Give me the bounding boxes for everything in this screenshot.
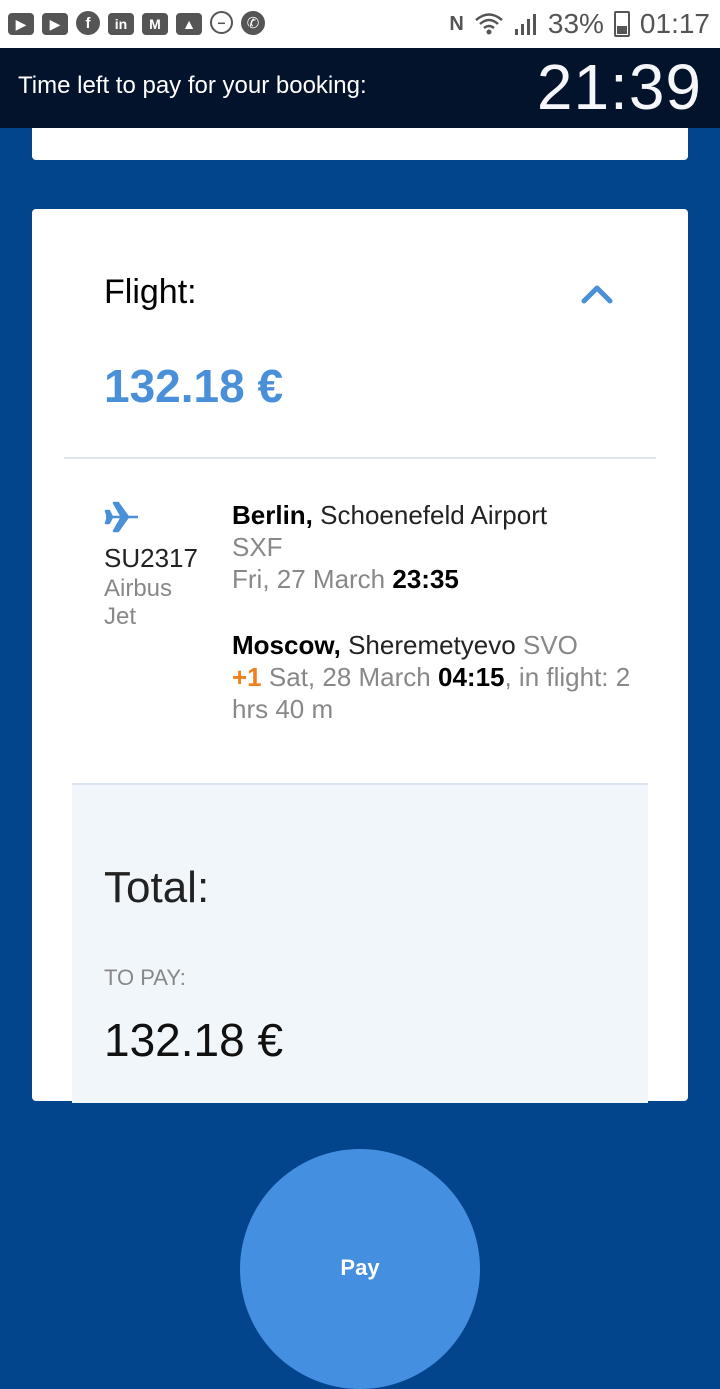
pay-button[interactable]: Pay <box>240 1149 480 1389</box>
linkedin-icon: in <box>108 13 134 35</box>
notification-icons: ▶ ▶ f in M ▲ − ✆ <box>8 11 265 35</box>
pay-button-label: Pay <box>340 1255 380 1280</box>
departure-airport: Schoenefeld Airport <box>320 500 548 530</box>
total-section: Total: TO PAY: 132.18 € <box>72 783 648 1103</box>
youtube-icon: ▶ <box>8 13 34 35</box>
youtube-icon: ▶ <box>42 13 68 35</box>
facebook-icon: f <box>76 11 100 35</box>
system-status: N 33% 01:17 <box>449 8 710 40</box>
wifi-icon <box>475 13 503 35</box>
departure-code: SXF <box>232 532 283 562</box>
status-bar: ▶ ▶ f in M ▲ − ✆ N 33% 01:17 <box>0 0 720 48</box>
departure-segment: Berlin, Schoenefeld Airport SXF Fri, 27 … <box>232 499 632 595</box>
arrival-date: Sat, 28 March <box>268 662 431 692</box>
to-pay-label: TO PAY: <box>104 965 186 990</box>
arrival-time: 04:15 <box>437 662 505 692</box>
battery-percentage: 33% <box>547 8 604 39</box>
previous-card <box>32 128 688 160</box>
gallery-icon: ▲ <box>176 13 202 35</box>
nfc-icon: N <box>449 12 464 35</box>
arrival-city: Moscow, <box>232 630 341 660</box>
payment-timer-bar: Time left to pay for your booking: 21:39 <box>0 48 720 128</box>
do-not-disturb-icon: − <box>210 11 233 34</box>
airplane-icon <box>104 501 138 533</box>
flight-section-title: Flight: <box>104 273 197 311</box>
timer-label: Time left to pay for your booking: <box>18 72 367 99</box>
arrival-airport: Sheremetyevo <box>348 630 516 660</box>
departure-date: Fri, 27 March <box>232 564 386 594</box>
timer-countdown: 21:39 <box>536 51 702 123</box>
battery-icon <box>613 11 630 37</box>
to-pay-amount: 132.18 € <box>104 1014 284 1066</box>
gmail-icon: M <box>142 13 168 35</box>
flight-number: SU2317 <box>104 543 198 573</box>
signal-icon <box>514 14 536 35</box>
phone-icon: ✆ <box>241 11 265 35</box>
clock: 01:17 <box>639 8 710 39</box>
aircraft-type: Airbus Jet <box>104 575 173 630</box>
divider <box>64 457 656 459</box>
departure-city: Berlin, <box>232 500 313 530</box>
arrival-code: SVO <box>522 630 578 660</box>
flight-card: Flight: 132.18 € SU2317 Airbus Jet Berli… <box>32 209 688 1103</box>
chevron-up-icon[interactable] <box>580 283 614 305</box>
flight-price: 132.18 € <box>104 360 284 412</box>
departure-time: 23:35 <box>392 564 459 594</box>
day-offset-badge: +1 <box>232 662 262 692</box>
total-title: Total: <box>104 863 210 912</box>
arrival-segment: Moscow, Sheremetyevo SVO +1 Sat, 28 Marc… <box>232 629 632 725</box>
